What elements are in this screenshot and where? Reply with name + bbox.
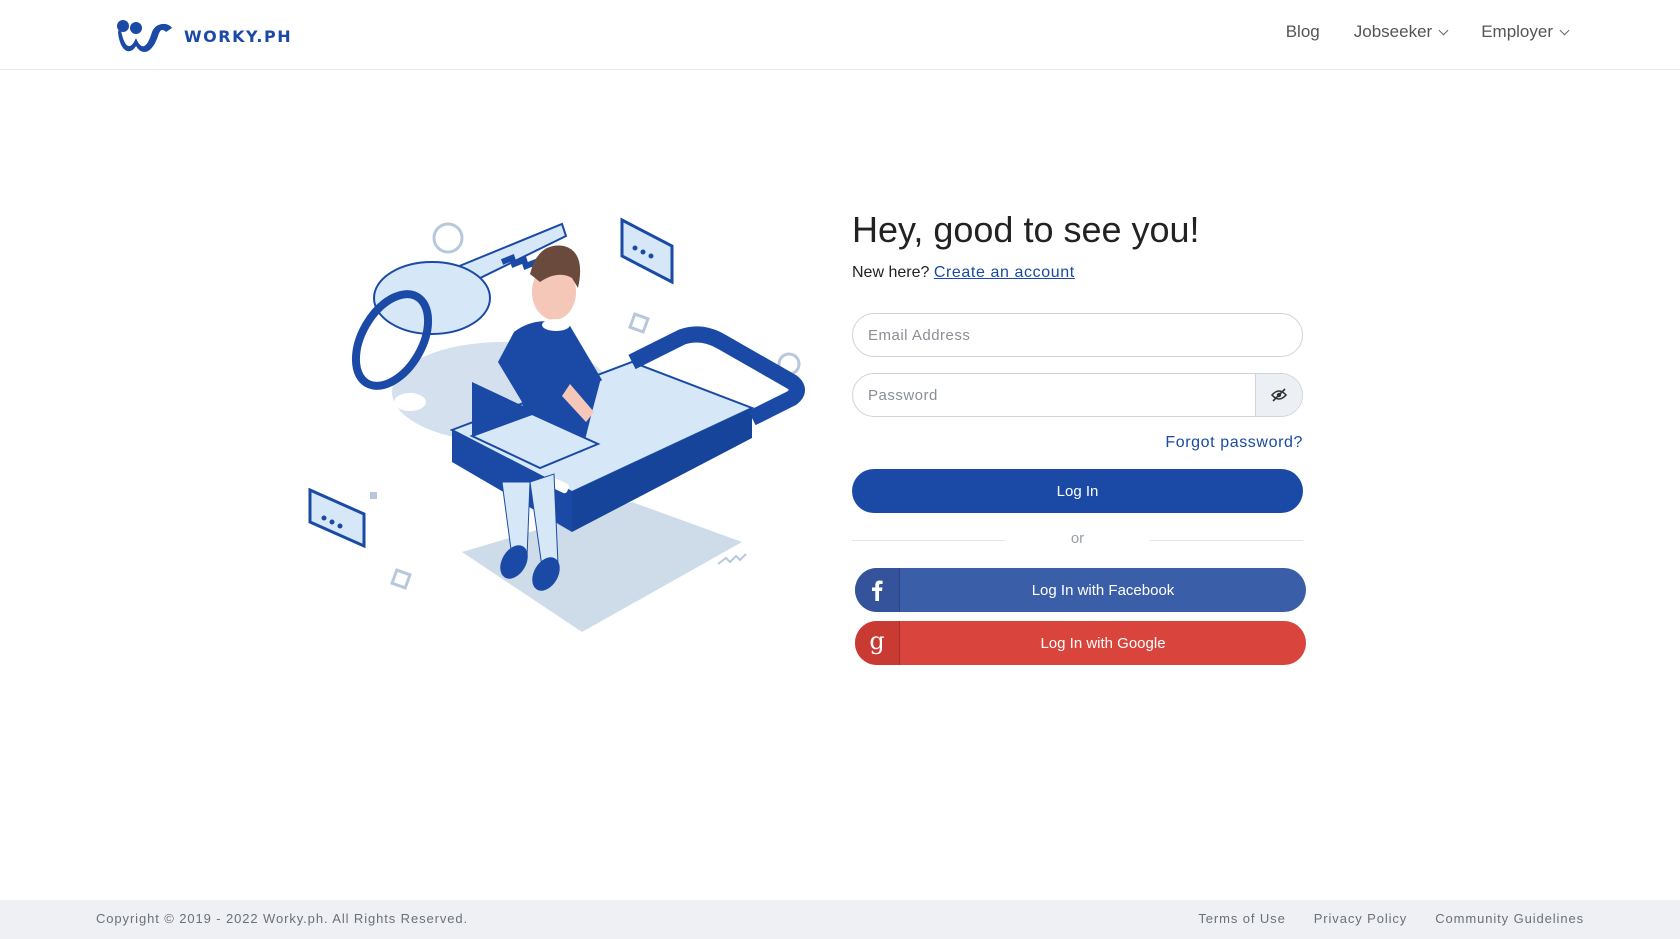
page-footer: Copyright © 2019 - 2022 Worky.ph. All Ri…	[0, 900, 1680, 939]
password-toggle-button[interactable]	[1255, 374, 1302, 416]
copyright-text: Copyright © 2019 - 2022 Worky.ph. All Ri…	[96, 911, 469, 926]
signup-prompt: New here? Create an account	[852, 264, 1303, 282]
nav-blog[interactable]: Blog	[1286, 22, 1320, 42]
google-login-button[interactable]: g Log In with Google	[855, 621, 1306, 665]
facebook-login-button[interactable]: Log In with Facebook	[855, 568, 1306, 612]
google-login-label: Log In with Google	[1040, 634, 1166, 652]
nav-employer[interactable]: Employer	[1481, 22, 1570, 42]
chevron-down-icon	[1438, 25, 1449, 35]
community-guidelines-link[interactable]: Community Guidelines	[1435, 911, 1584, 926]
email-input[interactable]	[853, 313, 1302, 357]
or-divider: or	[852, 530, 1303, 550]
facebook-icon	[855, 568, 900, 612]
new-here-text: New here?	[852, 264, 930, 281]
create-account-link[interactable]: Create an account	[934, 264, 1075, 281]
google-icon: g	[855, 621, 900, 665]
nav-jobseeker-label: Jobseeker	[1353, 22, 1433, 41]
password-field	[852, 373, 1303, 417]
nav-blog-label: Blog	[1285, 22, 1320, 41]
or-text: or	[1070, 530, 1085, 547]
footer-links: Terms of Use Privacy Policy Community Gu…	[1170, 911, 1584, 926]
page-title: Hey, good to see you!	[852, 209, 1200, 250]
terms-link[interactable]: Terms of Use	[1198, 911, 1285, 926]
nav-jobseeker[interactable]: Jobseeker	[1353, 22, 1449, 42]
login-button[interactable]: Log In	[852, 469, 1303, 513]
eye-slash-icon	[1271, 388, 1287, 402]
brand-name: WORKY.PH	[184, 26, 293, 46]
main-nav: Blog Jobseeker Employer	[1252, 22, 1570, 42]
login-form: Hey, good to see you! New here? Create a…	[852, 208, 1306, 665]
divider-line	[1150, 540, 1303, 541]
email-field	[852, 313, 1303, 357]
login-illustration	[308, 217, 805, 632]
brand-logo[interactable]: WORKY.PH	[116, 18, 292, 54]
facebook-login-label: Log In with Facebook	[1031, 581, 1175, 599]
top-header: WORKY.PH Blog Jobseeker Employer	[0, 0, 1680, 70]
nav-employer-label: Employer	[1481, 22, 1553, 41]
forgot-password-link[interactable]: Forgot password?	[1165, 434, 1303, 452]
chevron-down-icon	[1559, 25, 1570, 35]
worky-logo-icon	[117, 20, 172, 52]
password-input[interactable]	[853, 374, 1255, 416]
privacy-link[interactable]: Privacy Policy	[1314, 911, 1408, 926]
